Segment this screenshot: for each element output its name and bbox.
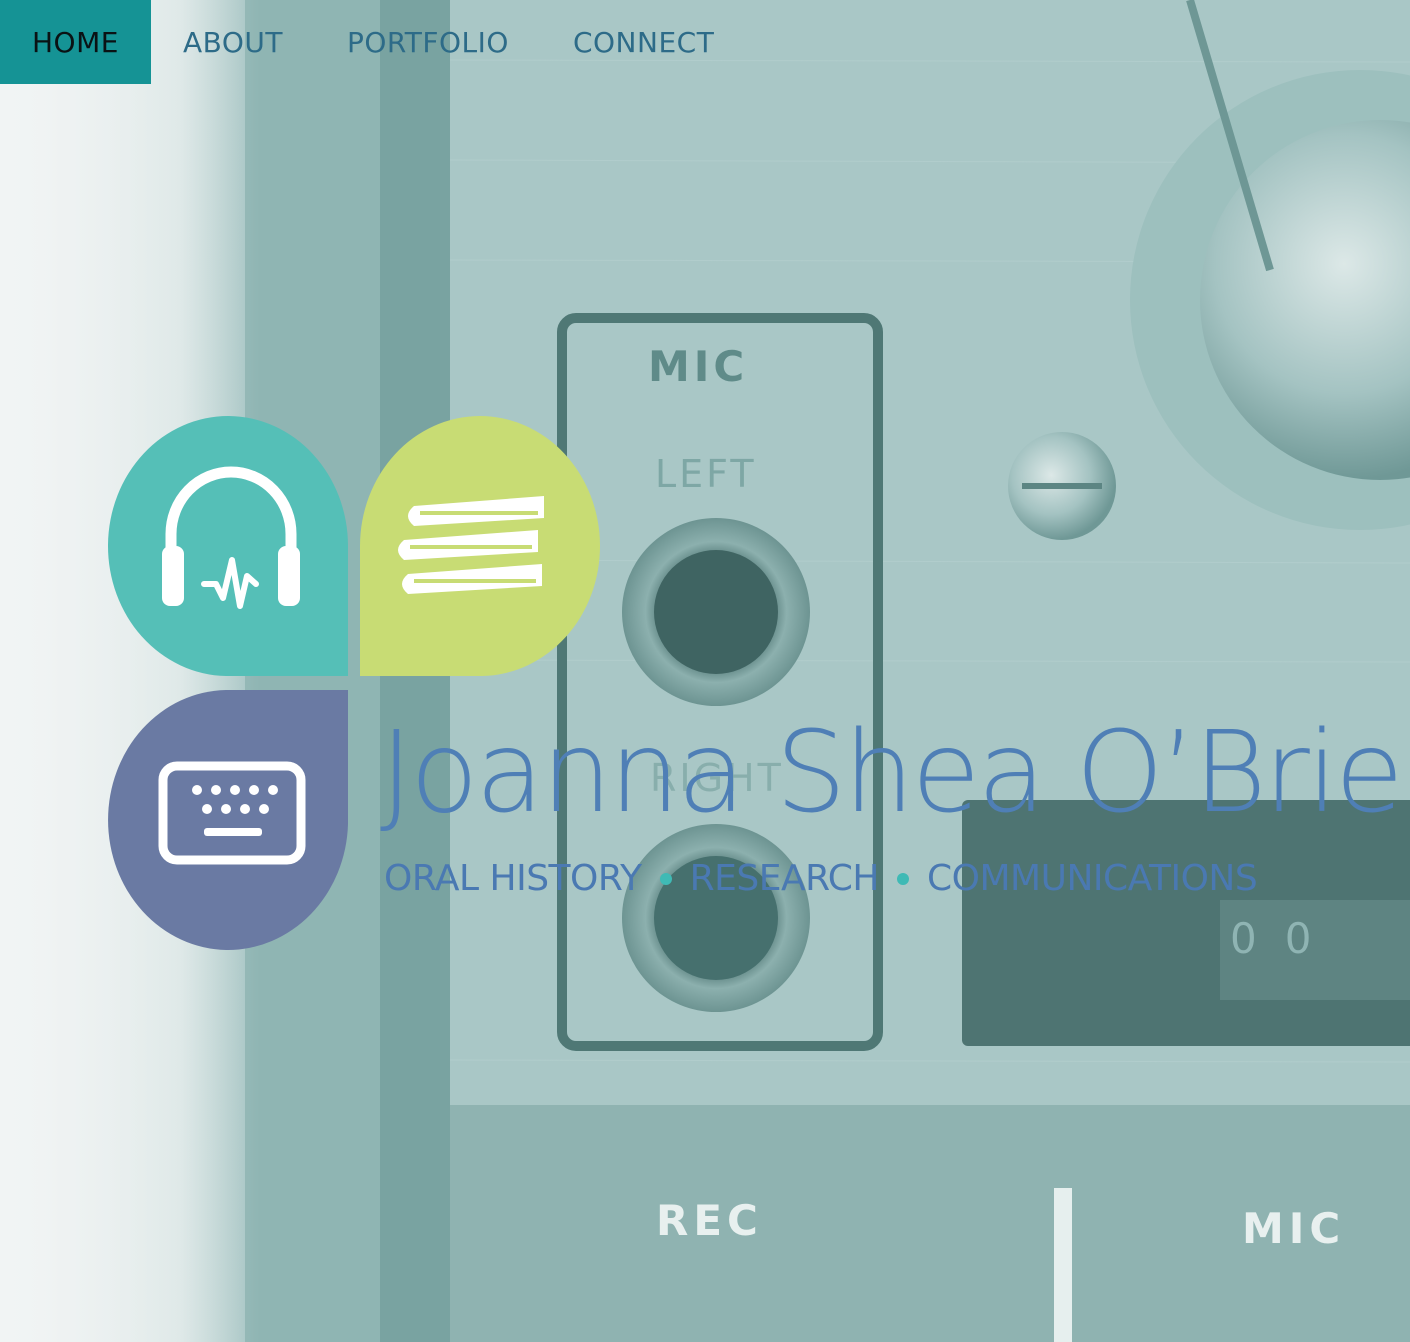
tagline-research: RESEARCH — [689, 858, 880, 899]
keyboard-petal — [108, 690, 348, 950]
nav-connect[interactable]: CONNECT — [541, 0, 746, 84]
hero-background: MIC LEFT RIGHT REC MIC 00 HOME ABOUT POR… — [0, 0, 1410, 1342]
panel-label-rec: REC — [656, 1196, 763, 1245]
nav-about[interactable]: ABOUT — [151, 0, 315, 84]
tagline-dot — [659, 872, 672, 885]
brand-tagline: ORAL HISTORY RESEARCH COMMUNICATIONS — [384, 858, 1314, 899]
main-nav: HOME ABOUT PORTFOLIO CONNECT — [0, 0, 746, 84]
nav-portfolio[interactable]: PORTFOLIO — [315, 0, 541, 84]
tagline-dot — [897, 872, 910, 885]
site-logo[interactable]: Joanna Shea O’Brien ORAL HISTORY RESEARC… — [106, 414, 1410, 954]
brand-name: Joanna Shea O’Brien — [380, 708, 1410, 838]
headphones-petal — [108, 416, 348, 676]
books-icon — [398, 496, 544, 594]
nav-home[interactable]: HOME — [0, 0, 151, 84]
tagline-communications: COMMUNICATIONS — [927, 858, 1258, 899]
panel-label-mic: MIC — [648, 342, 749, 391]
tagline-oral-history: ORAL HISTORY — [384, 858, 642, 899]
panel-label-mic-bottom: MIC — [1242, 1204, 1346, 1253]
